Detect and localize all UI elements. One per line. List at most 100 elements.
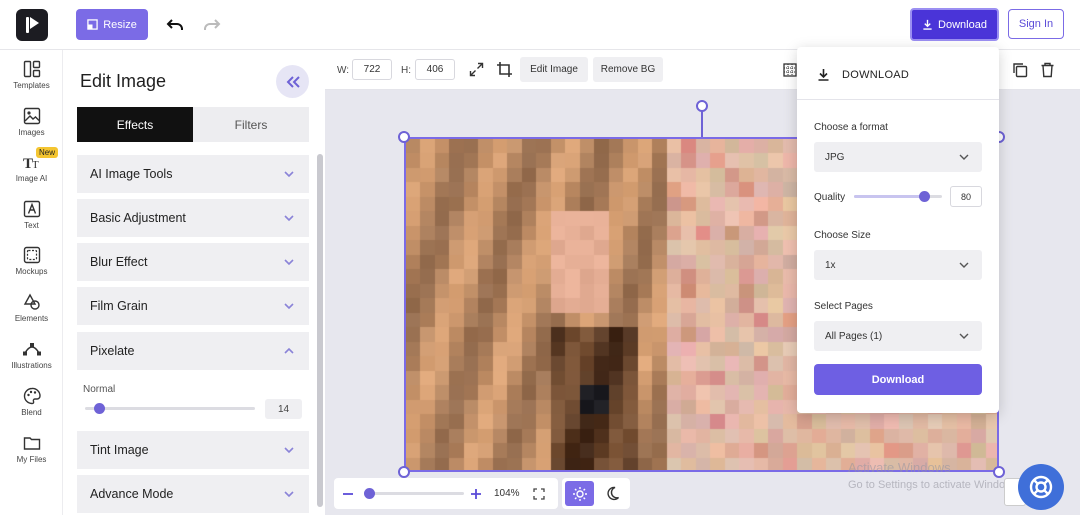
rail-item-my-files[interactable]: My Files	[0, 432, 63, 476]
light-mode-button[interactable]	[565, 481, 594, 506]
width-input[interactable]: 722	[352, 59, 392, 80]
pages-select[interactable]: All Pages (1)	[814, 321, 982, 351]
new-badge: New	[36, 147, 59, 158]
theme-toggle	[562, 478, 630, 509]
download-icon	[923, 19, 932, 30]
rail-item-elements[interactable]: Elements	[0, 291, 63, 335]
section-label: Blur Effect	[90, 255, 148, 269]
rail-item-templates[interactable]: Templates	[0, 58, 63, 102]
activate-windows-subtitle: Go to Settings to activate Windows.	[848, 479, 1022, 491]
dark-mode-button[interactable]	[598, 481, 627, 506]
chevron-up-icon	[284, 347, 294, 354]
size-select[interactable]: 1x	[814, 250, 982, 280]
rail-label: Templates	[13, 81, 50, 90]
quality-slider-track[interactable]	[854, 191, 942, 202]
section-basic-adjustment[interactable]: Basic Adjustment	[77, 199, 309, 237]
height-input[interactable]: 406	[415, 59, 455, 80]
rotate-handle-line	[701, 110, 703, 137]
rail-item-image-ai[interactable]: TT New Image AI	[0, 147, 63, 195]
pixelate-slider-track[interactable]	[85, 407, 255, 410]
rail-label: Elements	[14, 314, 49, 323]
section-ai-image-tools[interactable]: AI Image Tools	[77, 155, 309, 193]
mockups-icon	[23, 246, 40, 264]
chevron-down-icon	[284, 171, 294, 178]
download-icon	[818, 69, 829, 81]
zoom-in-icon[interactable]	[470, 488, 482, 500]
top-bar: Resize Download Sign In	[0, 0, 1080, 50]
duplicate-button[interactable]	[1007, 57, 1032, 82]
rotate-handle[interactable]	[696, 100, 708, 112]
help-button[interactable]	[1018, 464, 1064, 510]
rail-item-mockups[interactable]: Mockups	[0, 244, 63, 288]
sign-in-button[interactable]: Sign In	[1008, 9, 1064, 39]
pixelate-value-input[interactable]: 14	[265, 399, 302, 419]
chevron-down-icon	[284, 259, 294, 266]
blend-icon	[23, 387, 41, 405]
section-film-grain[interactable]: Film Grain	[77, 287, 309, 325]
edit-image-panel: Edit Image Effects Filters AI Image Tool…	[63, 50, 325, 515]
download-button[interactable]: Download	[910, 8, 999, 41]
size-value: 1x	[825, 259, 836, 271]
chevron-down-icon	[284, 303, 294, 310]
pages-value: All Pages (1)	[825, 330, 883, 342]
rail-item-images[interactable]: Images	[0, 105, 63, 149]
panel-title: Edit Image	[80, 71, 167, 91]
text-icon	[23, 200, 40, 218]
section-blur-effect[interactable]: Blur Effect	[77, 243, 309, 281]
lifebuoy-icon	[1029, 475, 1053, 499]
quality-value-input[interactable]: 80	[950, 186, 982, 207]
folder-icon	[23, 437, 40, 450]
panel-scrollbar[interactable]	[317, 154, 323, 507]
rail-label: My Files	[16, 455, 47, 464]
delete-button[interactable]	[1035, 57, 1060, 82]
redo-icon	[204, 19, 221, 30]
grid-icon	[782, 62, 797, 77]
rail-item-blend[interactable]: Blend	[0, 385, 63, 429]
rail-item-illustrations[interactable]: Illustrations	[0, 338, 63, 382]
download-confirm-button[interactable]: Download	[814, 364, 982, 395]
resize-handle-bottom-left[interactable]	[398, 466, 410, 478]
redo-button[interactable]	[200, 13, 224, 37]
illustrations-icon	[22, 343, 41, 356]
format-label: Choose a format	[814, 122, 888, 133]
download-label: Download	[938, 18, 987, 31]
copy-icon	[1012, 62, 1027, 77]
quality-slider-thumb[interactable]	[919, 191, 931, 202]
collapse-panel-button[interactable]	[276, 65, 309, 98]
tab-filters[interactable]: Filters	[193, 107, 309, 142]
zoom-out-icon[interactable]	[342, 488, 354, 500]
double-chevron-left-icon	[286, 75, 300, 88]
undo-button[interactable]	[163, 13, 187, 37]
crop-button[interactable]	[492, 57, 517, 82]
resize-icon	[87, 19, 98, 30]
tab-effects[interactable]: Effects	[77, 107, 193, 142]
section-pixelate[interactable]: Pixelate	[77, 332, 309, 370]
rail-item-text[interactable]: Text	[0, 198, 63, 242]
app-logo[interactable]	[16, 9, 48, 41]
section-label: Basic Adjustment	[90, 211, 186, 225]
resize-handle-top-left[interactable]	[398, 131, 410, 143]
resize-button[interactable]: Resize	[76, 9, 148, 40]
trash-icon	[1041, 62, 1054, 77]
remove-bg-button[interactable]: Remove BG	[593, 57, 663, 82]
zoom-slider-track[interactable]	[364, 492, 464, 495]
download-dropdown: DOWNLOAD Choose a format JPG Quality 80 …	[797, 47, 999, 413]
height-label: H:	[401, 65, 411, 76]
section-advance-mode[interactable]: Advance Mode	[77, 475, 309, 513]
resize-handle-bottom-right[interactable]	[993, 466, 1005, 478]
pixelate-slider-thumb[interactable]	[94, 403, 105, 414]
expand-button[interactable]	[464, 57, 489, 82]
edit-image-button[interactable]: Edit Image	[520, 57, 588, 82]
zoom-slider-thumb[interactable]	[364, 488, 375, 499]
svg-text:T: T	[32, 159, 39, 171]
left-rail: Templates Images TT New Image AI Text Mo…	[0, 50, 63, 515]
section-tint-image[interactable]: Tint Image	[77, 431, 309, 469]
format-select[interactable]: JPG	[814, 142, 982, 172]
fit-screen-icon[interactable]	[533, 488, 545, 500]
templates-icon	[23, 60, 40, 78]
rail-label: Text	[24, 221, 39, 230]
rail-label: Images	[18, 128, 45, 137]
quality-label: Quality	[814, 192, 846, 203]
pixelate-mode-label: Normal	[83, 384, 116, 395]
crop-icon	[497, 62, 512, 77]
